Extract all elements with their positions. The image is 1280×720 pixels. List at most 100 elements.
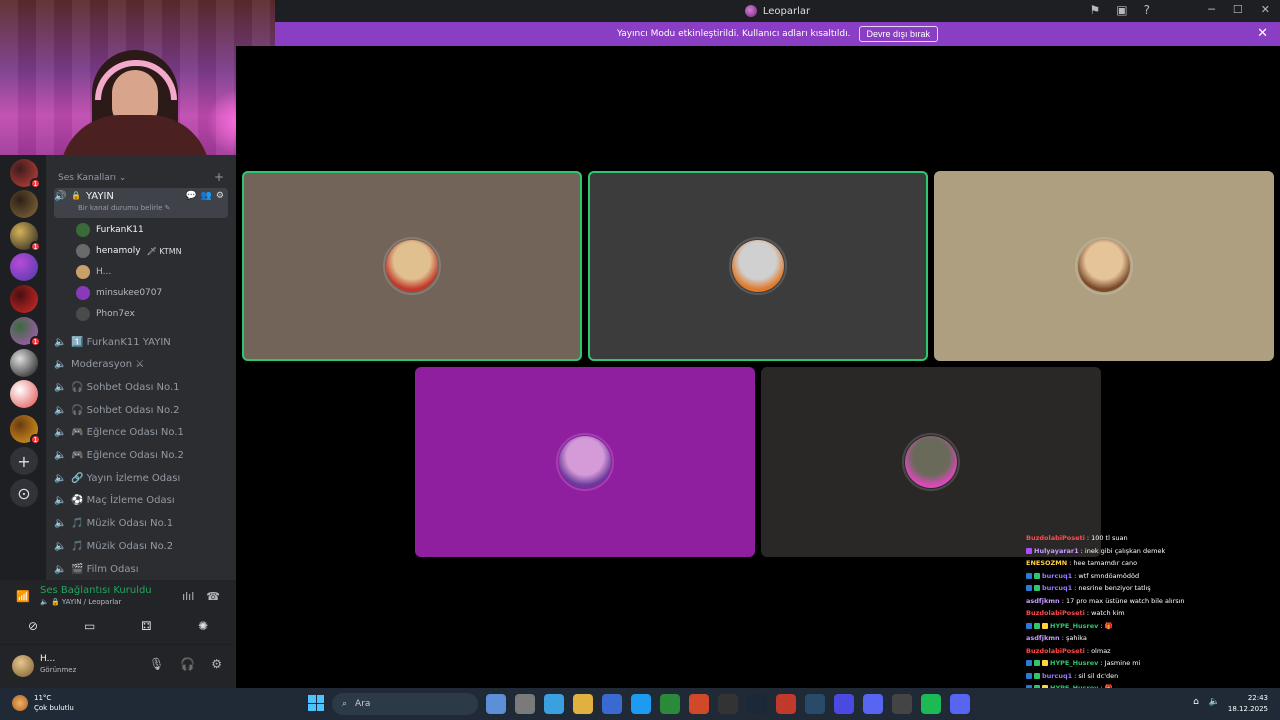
clock-time: 22:43 bbox=[1247, 694, 1268, 702]
speaker-icon: 🔈 bbox=[54, 495, 67, 507]
maximize-icon[interactable]: ☐ bbox=[1233, 3, 1243, 16]
voice-channel[interactable]: 🔈 🎮 Eğlence Odası No.2 bbox=[54, 446, 228, 466]
voice-user[interactable]: minsukee0707 bbox=[76, 284, 162, 302]
server-icon[interactable] bbox=[10, 190, 38, 218]
taskbar-app-icon[interactable] bbox=[747, 694, 767, 714]
taskbar-app-icon[interactable] bbox=[602, 694, 622, 714]
voice-user[interactable]: Phon7ex bbox=[76, 305, 135, 323]
soundboard-icon[interactable]: ✺ bbox=[178, 613, 228, 639]
voice-channel[interactable]: 🔈 🎵 Müzik Odası No.2 bbox=[54, 536, 228, 556]
chat-username: asdfjkmn bbox=[1026, 596, 1060, 605]
discover-icon[interactable]: ⊙ bbox=[10, 479, 38, 507]
avatar bbox=[76, 286, 90, 300]
voice-controls: ⊘ ▭ ⚃ ✺ bbox=[8, 613, 228, 639]
camera-off-icon[interactable]: ⊘ bbox=[8, 613, 58, 639]
start-icon[interactable] bbox=[308, 695, 324, 711]
clock[interactable]: 22:43 18.12.2025 bbox=[1228, 693, 1268, 715]
participant-tile[interactable] bbox=[242, 171, 582, 361]
participant-tile[interactable] bbox=[415, 367, 755, 557]
avatar[interactable] bbox=[12, 655, 34, 677]
voice-channel[interactable]: 🔈 1️⃣ FurkanK11 YAYIN bbox=[54, 332, 228, 352]
chat-username: burcuq1 bbox=[1042, 584, 1073, 592]
taskbar-app-icon[interactable] bbox=[515, 694, 535, 714]
participant-tile[interactable] bbox=[934, 171, 1274, 361]
voice-channel[interactable]: 🔈 ⚽ Maç İzleme Odası bbox=[54, 491, 228, 511]
taskbar-app-icon[interactable] bbox=[544, 694, 564, 714]
channel-name: Moderasyon ⚔ bbox=[71, 359, 145, 371]
channel-name: 🎮 Eğlence Odası No.1 bbox=[71, 427, 184, 439]
noise-suppression-icon[interactable]: ılıl bbox=[182, 590, 194, 603]
taskbar-search[interactable]: ⌕ Ara bbox=[332, 693, 478, 715]
disconnect-icon[interactable]: ☎ bbox=[206, 590, 220, 603]
user-settings-icon[interactable]: ⚙ bbox=[211, 657, 222, 671]
taskbar-app-icon[interactable] bbox=[863, 694, 883, 714]
taskbar-app-icon[interactable] bbox=[950, 694, 970, 714]
banner-close-icon[interactable]: ✕ bbox=[1257, 26, 1268, 41]
participant-tile[interactable] bbox=[588, 171, 928, 361]
taskbar-app-icon[interactable] bbox=[834, 694, 854, 714]
server-icon[interactable]: 1 bbox=[10, 222, 41, 252]
voice-user[interactable]: FurkanK11 bbox=[76, 221, 144, 239]
voice-user[interactable]: henamoly 🗡 KTMN bbox=[76, 242, 182, 260]
channel-name: 🎧 Sohbet Odası No.1 bbox=[71, 381, 180, 393]
windows-taskbar: 11°C Çok bulutlu ⌕ Ara ⌂ 🔈 22:43 18.12.2… bbox=[0, 688, 1280, 720]
server-icon[interactable]: 1 bbox=[10, 415, 41, 445]
taskbar-app-icon[interactable] bbox=[718, 694, 738, 714]
voice-channel[interactable]: 🔈 🎬 Film Odası bbox=[54, 559, 228, 579]
network-icon[interactable]: ⌂ bbox=[1193, 697, 1199, 707]
settings-icon[interactable]: ⚙ bbox=[216, 191, 224, 201]
server-icon[interactable]: 1 bbox=[10, 317, 41, 347]
voice-channel[interactable]: 🔈 🔗 Yayın İzleme Odası bbox=[54, 468, 228, 488]
speaker-icon: 🔈 bbox=[54, 518, 67, 530]
taskbar-app-icon[interactable] bbox=[689, 694, 709, 714]
taskbar-app-icon[interactable] bbox=[921, 694, 941, 714]
server-icon[interactable] bbox=[10, 349, 38, 377]
chat-icon[interactable]: 💬 bbox=[185, 191, 196, 201]
speaker-icon: 🔈 bbox=[54, 450, 67, 461]
headphones-icon[interactable]: 🎧 bbox=[180, 657, 195, 671]
speaker-icon: 🔈 bbox=[54, 359, 67, 371]
channel-status-hint[interactable]: Bir kanal durumu belirle ✎ bbox=[78, 204, 171, 212]
volume-icon[interactable]: 🔈 bbox=[1209, 697, 1220, 707]
mention-badge: 1 bbox=[30, 336, 41, 347]
taskbar-app-icon[interactable] bbox=[660, 694, 680, 714]
taskbar-app-icon[interactable] bbox=[486, 694, 506, 714]
inbox-icon[interactable]: ▣ bbox=[1116, 3, 1127, 17]
taskbar-app-icon[interactable] bbox=[805, 694, 825, 714]
voice-channel-path[interactable]: 🔈 🔒 YAYIN / Leoparlar bbox=[40, 598, 121, 606]
voice-channel[interactable]: 🔈 🎧 Sohbet Odası No.2 bbox=[54, 400, 228, 420]
screen-share-icon[interactable]: ▭ bbox=[65, 613, 115, 639]
voice-user[interactable]: H... bbox=[76, 263, 111, 281]
add-server-icon[interactable]: + bbox=[10, 447, 38, 475]
category-voice-channels[interactable]: Ses Kanalları ⌄ bbox=[58, 173, 126, 183]
voice-channel[interactable]: 🔈 🎮 Eğlence Odası No.1 bbox=[54, 423, 228, 443]
voice-channel[interactable]: 🔈 🎵 Müzik Odası No.1 bbox=[54, 514, 228, 534]
chat-text: : inek gibi çalışkan demek bbox=[1080, 546, 1166, 555]
invite-icon[interactable]: 👥 bbox=[201, 191, 212, 201]
flag-icon[interactable]: ⚑ bbox=[1090, 3, 1101, 17]
weather-widget[interactable]: 11°C Çok bulutlu bbox=[12, 693, 74, 713]
clock-date: 18.12.2025 bbox=[1227, 705, 1268, 713]
taskbar-app-icon[interactable] bbox=[776, 694, 796, 714]
minimize-icon[interactable]: ─ bbox=[1208, 3, 1215, 16]
avatar bbox=[902, 433, 960, 491]
microphone-icon[interactable]: 🎙 bbox=[149, 657, 164, 671]
voice-channel[interactable]: 🔈 Moderasyon ⚔ bbox=[54, 355, 228, 375]
server-icon[interactable]: 1 bbox=[10, 159, 41, 189]
server-icon[interactable] bbox=[10, 285, 38, 313]
disable-streamer-mode-button[interactable]: Devre dışı bırak bbox=[858, 26, 939, 42]
taskbar-app-icon[interactable] bbox=[573, 694, 593, 714]
close-window-icon[interactable]: ✕ bbox=[1261, 3, 1270, 16]
add-channel-icon[interactable]: + bbox=[214, 170, 224, 184]
active-channel-name: YAYIN bbox=[85, 191, 114, 202]
taskbar-app-icon[interactable] bbox=[631, 694, 651, 714]
lock-icon: 🔒 bbox=[71, 191, 81, 200]
voice-channel[interactable]: 🔈 🎧 Sohbet Odası No.1 bbox=[54, 377, 228, 397]
help-icon[interactable]: ? bbox=[1144, 3, 1150, 17]
server-icon[interactable] bbox=[10, 253, 38, 281]
server-icon[interactable] bbox=[10, 380, 38, 408]
activities-icon[interactable]: ⚃ bbox=[121, 613, 171, 639]
chat-message: burcuq1: wtf smndöamödöd bbox=[1026, 570, 1139, 582]
channel-yayin[interactable]: 🔊 🔒 YAYIN 💬 👥 ⚙ Bir kanal durumu belirle… bbox=[54, 188, 228, 218]
taskbar-app-icon[interactable] bbox=[892, 694, 912, 714]
